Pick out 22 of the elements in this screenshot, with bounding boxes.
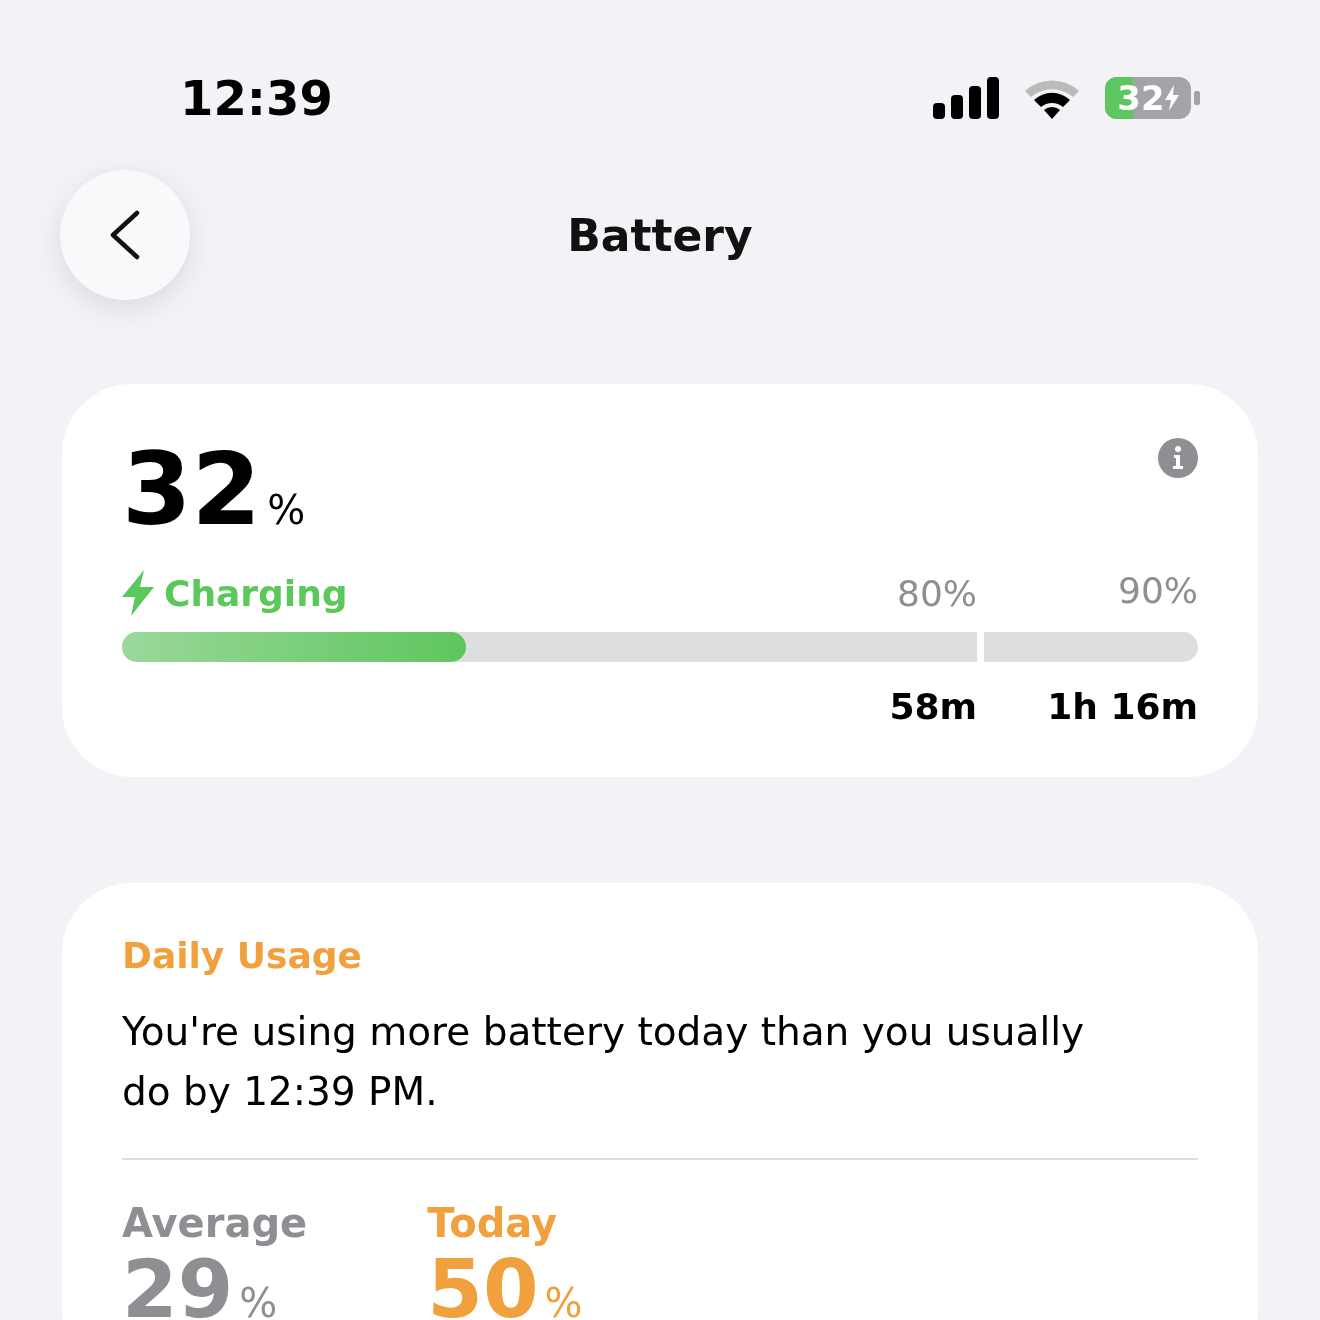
stat-value: 50 <box>427 1250 539 1320</box>
milestone-time: 1h 16m <box>1047 686 1198 727</box>
section-heading: Daily Usage <box>122 935 363 976</box>
percent-unit: % <box>267 487 306 533</box>
stat-label: Today <box>427 1200 559 1246</box>
battery-percent: 32 <box>122 440 262 540</box>
bolt-icon <box>122 570 154 616</box>
usage-message: You're using more battery today than you usually do by 12:39 PM. <box>122 1008 1086 1116</box>
milestone-label: 80% <box>897 572 977 614</box>
status-time: 12:39 <box>180 70 333 126</box>
signal-icon <box>933 77 999 119</box>
milestone-time: 58m <box>889 686 977 727</box>
stat-label: Average <box>122 1200 308 1246</box>
stat-value: 29 <box>122 1250 234 1320</box>
percent-unit: % <box>544 1280 583 1320</box>
bolt-icon <box>1164 85 1179 111</box>
info-icon[interactable] <box>1158 438 1198 478</box>
battery-cap-icon <box>1194 91 1200 105</box>
page-title: Battery <box>566 209 754 261</box>
milestone-label: 90% <box>1118 570 1198 613</box>
charging-status: Charging <box>164 572 348 614</box>
percent-unit: % <box>239 1280 278 1320</box>
